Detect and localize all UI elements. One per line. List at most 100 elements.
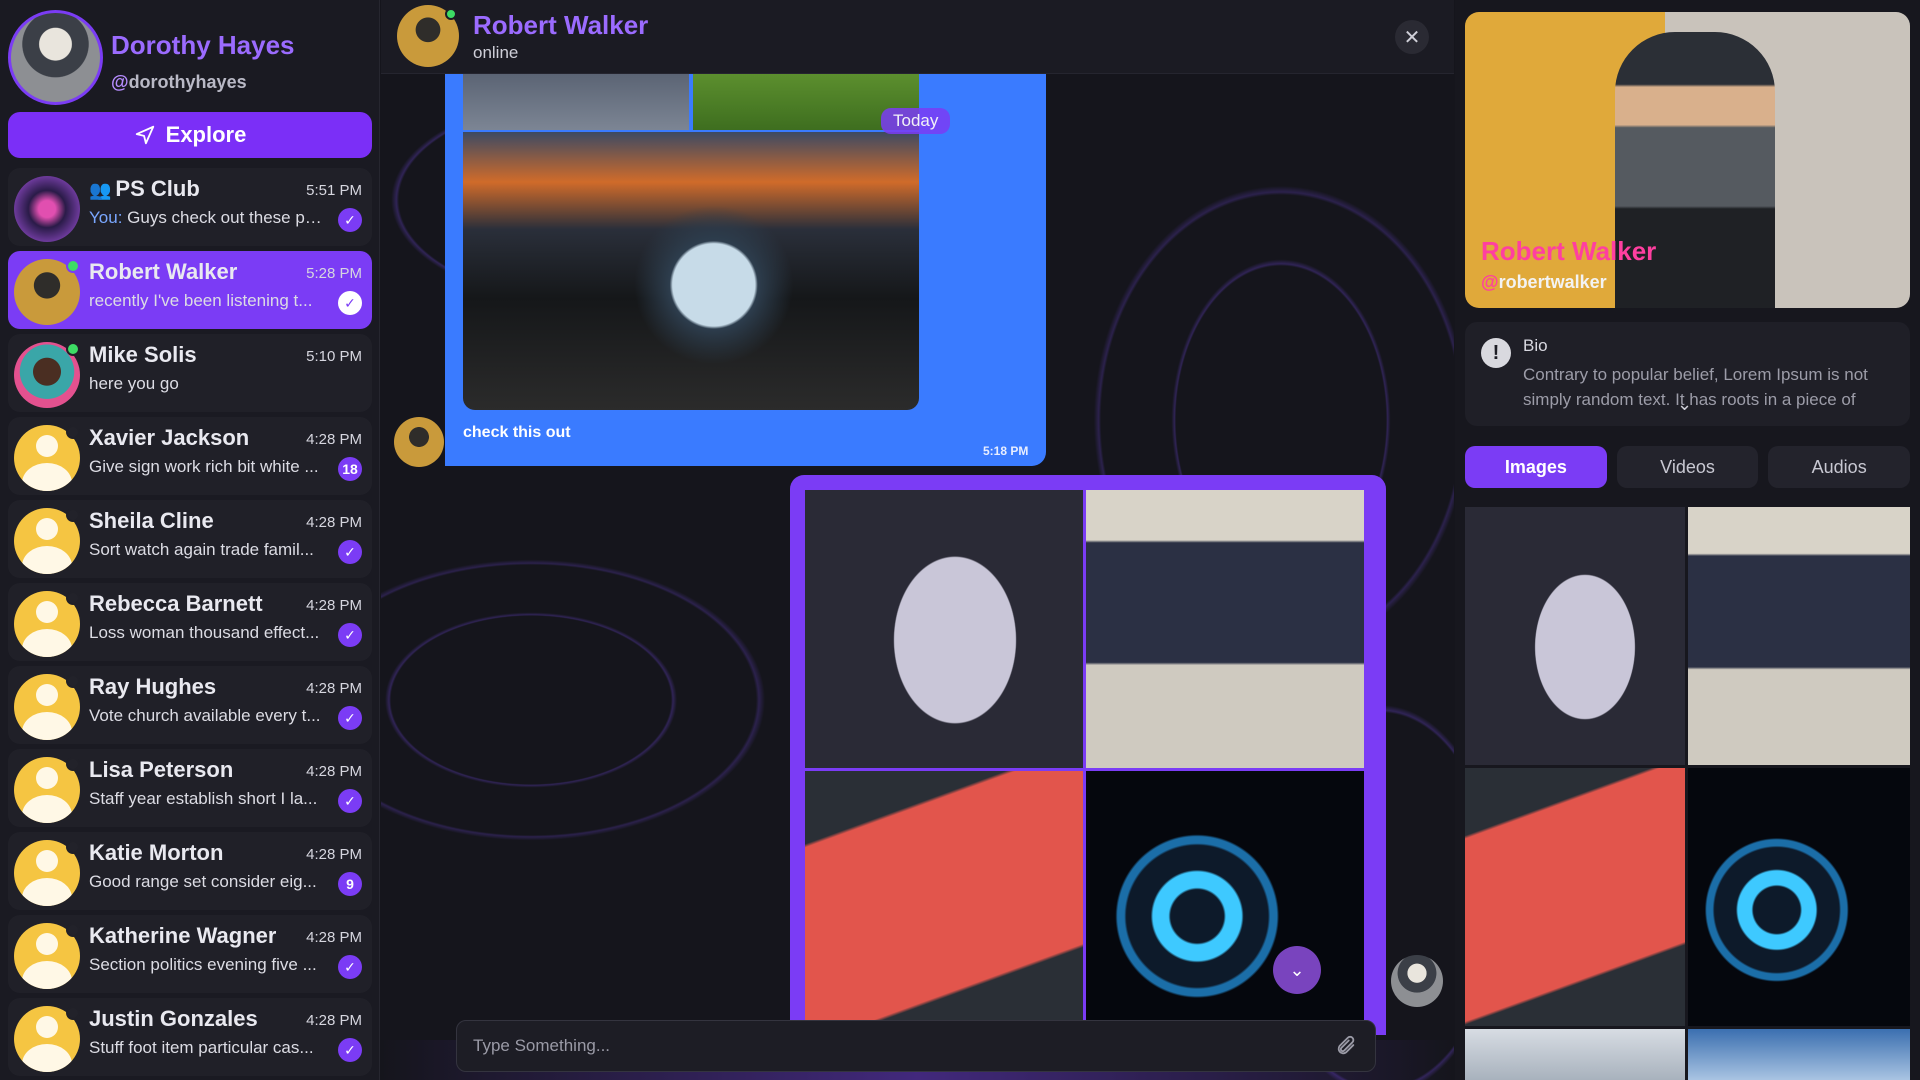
conversation-name: Ray Hughes xyxy=(89,674,216,700)
message-image-crystal-ball[interactable] xyxy=(463,132,919,410)
conversation-name-text: Rebecca Barnett xyxy=(89,591,263,616)
conversation-time: 5:10 PM xyxy=(306,348,362,365)
conversation-name-text: Katherine Wagner xyxy=(89,923,277,948)
conversation-time: 4:28 PM xyxy=(306,846,362,863)
conversation-time: 4:28 PM xyxy=(306,763,362,780)
conversation-name: Mike Solis xyxy=(89,342,197,368)
close-button[interactable]: ✕ xyxy=(1395,20,1429,54)
conversation-name-text: Xavier Jackson xyxy=(89,425,250,450)
conversation-name: Katie Morton xyxy=(89,840,223,866)
profile-panel: Robert Walker @robertwalker ! Bio Contra… xyxy=(1455,0,1920,1080)
explore-button[interactable]: Explore xyxy=(8,112,372,158)
conversation-preview: Vote church available every t... xyxy=(89,706,325,726)
message-image-pc-fans[interactable] xyxy=(1086,771,1364,1035)
gallery-image-buildings[interactable] xyxy=(1465,1029,1685,1080)
conversation-item[interactable]: Lisa Peterson 4:28 PM Staff year establish… xyxy=(8,749,372,827)
online-indicator xyxy=(445,8,457,20)
check-icon: ✓ xyxy=(338,291,362,315)
preview-text: Give sign work rich bit white ... xyxy=(89,457,319,476)
conversation-time: 4:28 PM xyxy=(306,1012,362,1029)
date-badge: Today xyxy=(881,108,951,134)
profile-cover: Robert Walker @robertwalker xyxy=(1465,12,1910,308)
conversation-item[interactable]: Sheila Cline 4:28 PM Sort watch again trad… xyxy=(8,500,372,578)
message-input[interactable] xyxy=(473,1021,1313,1071)
conversation-item[interactable]: Katie Morton 4:28 PM Good range set consid… xyxy=(8,832,372,910)
check-icon: ✓ xyxy=(338,208,362,232)
preview-text: Sort watch again trade famil... xyxy=(89,540,314,559)
conversation-time: 4:28 PM xyxy=(306,680,362,697)
offline-indicator xyxy=(66,508,80,522)
tab-images[interactable]: Images xyxy=(1465,446,1607,488)
own-avatar[interactable] xyxy=(1391,955,1443,1007)
tab-audios[interactable]: Audios xyxy=(1768,446,1911,488)
conversation-time: 4:28 PM xyxy=(306,597,362,614)
current-user-handle: @dorothyhayes xyxy=(111,72,247,93)
conversation-preview: recently I've been listening t... xyxy=(89,291,325,311)
chat-panel: check this out 5:18 PM Today ⌄ Robert Wa… xyxy=(381,0,1454,1080)
handle-at: @ xyxy=(111,72,129,92)
gallery-image-pc-fans[interactable] xyxy=(1688,768,1910,1026)
conversation-item[interactable]: Xavier Jackson 4:28 PM Give sign work rich… xyxy=(8,417,372,495)
info-icon: ! xyxy=(1481,338,1511,368)
message-caption: check this out xyxy=(463,424,571,441)
conversation-name-text: PS Club xyxy=(115,176,200,201)
conversation-preview: Give sign work rich bit white ... xyxy=(89,457,325,477)
message-time: 5:18 PM xyxy=(983,444,1029,458)
chevron-down-icon[interactable]: ⌄ xyxy=(1677,394,1692,415)
conversation-time: 4:28 PM xyxy=(306,431,362,448)
offline-indicator xyxy=(66,591,80,605)
preview-text: Stuff foot item particular cas... xyxy=(89,1038,314,1057)
offline-indicator xyxy=(66,757,80,771)
conversation-name-text: Justin Gonzales xyxy=(89,1006,258,1031)
conversation-time: 4:28 PM xyxy=(306,929,362,946)
sender-avatar[interactable] xyxy=(394,417,444,467)
unread-count-badge: 18 xyxy=(338,457,362,481)
preview-text: Guys check out these pc... xyxy=(127,208,325,227)
you-prefix: You: xyxy=(89,208,128,227)
gallery-image-red-hardware[interactable] xyxy=(1465,768,1685,1026)
conversation-preview: Staff year establish short I la... xyxy=(89,789,325,809)
conversation-time: 5:28 PM xyxy=(306,265,362,282)
conversation-name-text: Robert Walker xyxy=(89,259,238,284)
message-image-controller[interactable] xyxy=(805,490,1083,768)
conversation-name-text: Ray Hughes xyxy=(89,674,217,699)
preview-text: recently I've been listening t... xyxy=(89,291,313,310)
conversation-name: Rebecca Barnett xyxy=(89,591,263,617)
conversation-item[interactable]: Rebecca Barnett 4:28 PM Loss woman thousan… xyxy=(8,583,372,661)
message-image-top-left[interactable] xyxy=(463,74,689,130)
conversation-item[interactable]: Robert Walker 5:28 PM recently I've been l… xyxy=(8,251,372,329)
gallery-image-controller[interactable] xyxy=(1465,507,1685,765)
preview-text: Staff year establish short I la... xyxy=(89,789,318,808)
conversation-name-text: Mike Solis xyxy=(89,342,197,367)
current-user-avatar[interactable] xyxy=(8,10,103,105)
offline-indicator xyxy=(66,425,80,439)
media-tabs: Images Videos Audios xyxy=(1465,446,1911,488)
tab-videos[interactable]: Videos xyxy=(1616,446,1759,488)
conversation-name: Robert Walker xyxy=(89,259,237,285)
offline-indicator xyxy=(66,674,80,688)
gallery-image-monitors[interactable] xyxy=(1688,507,1910,765)
conversation-name: Lisa Peterson xyxy=(89,757,233,783)
conversation-name: 👥 PS Club xyxy=(89,176,200,202)
check-icon: ✓ xyxy=(338,955,362,979)
offline-indicator xyxy=(66,923,80,937)
scroll-down-button[interactable]: ⌄ xyxy=(1273,946,1321,994)
close-icon: ✕ xyxy=(1403,26,1421,49)
conversation-item[interactable]: Katherine Wagner 4:28 PM Section politics … xyxy=(8,915,372,993)
conversation-name: Justin Gonzales xyxy=(89,1006,258,1032)
conversation-item[interactable]: 👥 PS Club 5:51 PM You: Guys check out these… xyxy=(8,168,372,246)
message-image-monitors[interactable] xyxy=(1086,490,1364,768)
conversation-item[interactable]: Ray Hughes 4:28 PM Vote church available e… xyxy=(8,666,372,744)
conversation-item[interactable]: Mike Solis 5:10 PM here you go xyxy=(8,334,372,412)
contact-name[interactable]: Robert Walker xyxy=(473,10,648,41)
paperclip-icon[interactable] xyxy=(1335,1035,1357,1057)
conversation-preview: Good range set consider eig... xyxy=(89,872,325,892)
message-image-red-hardware[interactable] xyxy=(805,771,1083,1035)
app: Dorothy Hayes @dorothyhayes Explore 👥 PS … xyxy=(0,0,1920,1080)
conversation-item[interactable]: Justin Gonzales 4:28 PM Stuff foot item pa… xyxy=(8,998,372,1076)
gallery-image-sky[interactable] xyxy=(1688,1029,1910,1080)
conversation-sidebar: Dorothy Hayes @dorothyhayes Explore 👥 PS … xyxy=(0,0,380,1080)
conversation-avatar xyxy=(14,176,80,242)
profile-name: Robert Walker xyxy=(1481,236,1657,266)
conversation-preview: You: Guys check out these pc... xyxy=(89,208,325,228)
